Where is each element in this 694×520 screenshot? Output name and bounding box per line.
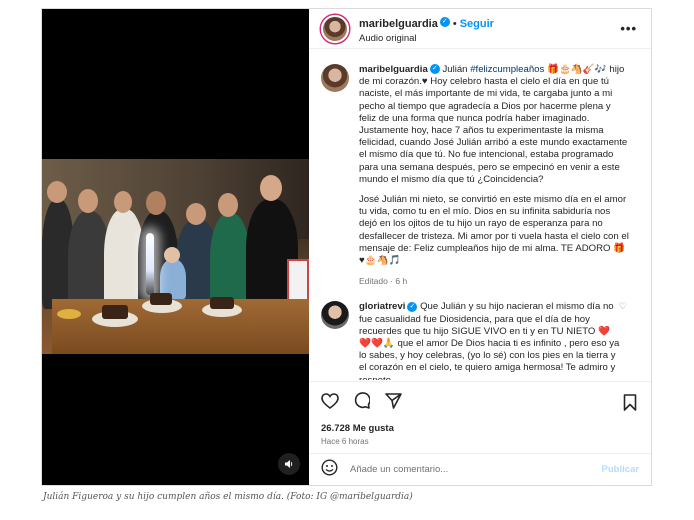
reply-avatar[interactable] (321, 301, 349, 330)
comments-section: maribelguardia ✓ Julián #felizcumpleaños … (309, 50, 651, 380)
caption-text-start: Julián (442, 64, 471, 75)
caption-comment: maribelguardia ✓ Julián #felizcumpleaños … (321, 64, 639, 287)
paper-plane-icon (385, 392, 402, 409)
comment-button[interactable] (353, 392, 372, 414)
bookmark-icon (623, 394, 637, 411)
comment-input[interactable]: Añade un comentario... (350, 464, 602, 475)
publish-button[interactable]: Publicar (602, 464, 640, 475)
caption-username[interactable]: maribelguardia (359, 64, 428, 75)
share-button[interactable] (385, 392, 402, 414)
small-heart-icon[interactable]: ♡ (619, 301, 627, 312)
instagram-post: maribelguardia ✓ • Seguir Audio original ••… (41, 8, 652, 486)
separator-dot: • (452, 17, 457, 30)
birthday-video-frame (42, 159, 309, 354)
heart-icon (321, 392, 339, 409)
post-header: maribelguardia ✓ • Seguir Audio original ••… (309, 9, 651, 49)
like-button[interactable] (321, 392, 339, 414)
hashtag-link[interactable]: #felizcumpleaños (470, 64, 544, 75)
likes-count[interactable]: 26.728 Me gusta (321, 423, 394, 434)
save-button[interactable] (623, 394, 637, 416)
bubble-icon (355, 392, 372, 409)
emoji-button[interactable] (321, 459, 338, 480)
follow-button[interactable]: Seguir (460, 18, 494, 30)
post-sidebar: maribelguardia ✓ • Seguir Audio original ••… (309, 9, 651, 485)
caption-paragraph-2: José Julián mi nieto, se convirtió en es… (359, 194, 629, 267)
smiley-icon (321, 459, 338, 476)
action-bar (309, 381, 651, 421)
post-time[interactable]: Hace 6 horas (321, 437, 369, 446)
speaker-icon (285, 460, 293, 468)
comment-composer: Añade un comentario... Publicar (309, 453, 651, 485)
reply-text: Que Julián y su hijo nacieran el mismo d… (359, 301, 620, 380)
reply-username[interactable]: gloriatrevi (359, 301, 405, 312)
post-video[interactable] (42, 9, 309, 485)
reply-comment-wrap: gloriatrevi ✓ Que Julián y su hijo nacier… (321, 301, 639, 380)
audio-label[interactable]: Audio original (359, 33, 494, 45)
verified-badge-icon: ✓ (439, 17, 450, 28)
reply-comment: gloriatrevi ✓ Que Julián y su hijo nacier… (321, 301, 639, 380)
caption-avatar[interactable] (321, 64, 349, 92)
caption-emojis: 🎁🎂🐴🎸🎶 hijo (544, 64, 625, 75)
photo-caption: Julián Figueroa y su hijo cumplen años e… (43, 492, 413, 502)
verified-badge-icon: ✓ (429, 64, 440, 75)
avatar[interactable] (321, 14, 349, 43)
author-username[interactable]: maribelguardia (359, 18, 438, 30)
sound-toggle-button[interactable] (278, 453, 300, 475)
caption-paragraph-1b: Justamente hoy, hace 7 años tu experimen… (359, 125, 628, 185)
more-options-icon[interactable]: ••• (620, 21, 637, 36)
caption-paragraph-1: de mi corazón.♥ Hoy celebro hasta el cie… (359, 76, 613, 124)
verified-badge-icon: ✓ (407, 301, 418, 312)
caption-meta: Editado · 6 h (359, 276, 408, 287)
